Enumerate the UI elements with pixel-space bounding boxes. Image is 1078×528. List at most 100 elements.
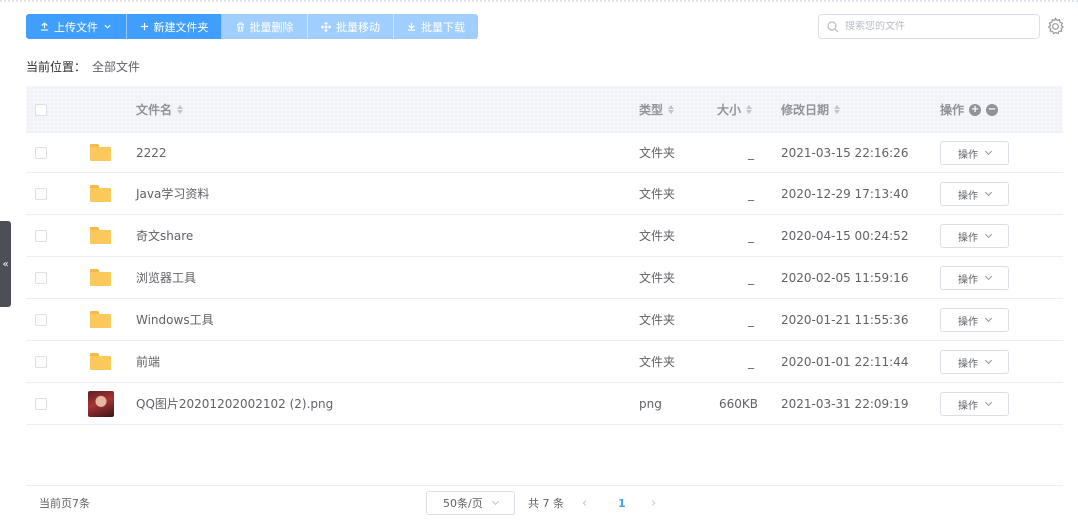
new-folder-button[interactable]: 新建文件夹 bbox=[127, 14, 222, 39]
header-size[interactable]: 大小 bbox=[717, 86, 753, 133]
table-row[interactable]: Windows工具 文件夹 _ 2020-01-21 11:55:36 操作 bbox=[26, 299, 1063, 341]
file-size: _ bbox=[748, 270, 754, 285]
batch-delete-button[interactable]: 批量删除 bbox=[222, 14, 308, 39]
row-action-button[interactable]: 操作 bbox=[940, 266, 1009, 290]
add-column-icon[interactable]: + bbox=[969, 103, 982, 116]
remove-column-icon[interactable]: − bbox=[986, 103, 999, 116]
file-name[interactable]: 前端 bbox=[136, 341, 160, 382]
new-folder-label: 新建文件夹 bbox=[153, 20, 209, 34]
table-row[interactable]: 浏览器工具 文件夹 _ 2020-02-05 11:59:16 操作 bbox=[26, 257, 1063, 299]
file-size: _ bbox=[748, 228, 754, 243]
file-date: 2020-02-05 11:59:16 bbox=[781, 270, 909, 285]
total-count: 共 7 条 bbox=[528, 497, 564, 510]
batch-move-label: 批量移动 bbox=[336, 20, 380, 34]
table-row[interactable]: 奇文share 文件夹 _ 2020-04-15 00:24:52 操作 bbox=[26, 215, 1063, 257]
file-type: 文件夹 bbox=[639, 229, 676, 243]
select-all-checkbox[interactable] bbox=[35, 104, 47, 116]
double-chevron-left-icon: « bbox=[2, 258, 9, 270]
page-size-value: 50条/页 bbox=[443, 497, 483, 510]
upload-icon bbox=[40, 22, 49, 31]
row-action-button[interactable]: 操作 bbox=[940, 182, 1009, 206]
file-name[interactable]: 2222 bbox=[136, 133, 167, 172]
chevron-down-icon bbox=[104, 24, 111, 29]
page-size-select[interactable]: 50条/页 bbox=[426, 491, 515, 515]
file-type: 文件夹 bbox=[639, 313, 676, 327]
header-action: 操作 + − bbox=[940, 86, 999, 133]
row-checkbox[interactable] bbox=[35, 147, 47, 159]
row-checkbox[interactable] bbox=[35, 272, 47, 284]
row-action-button[interactable]: 操作 bbox=[940, 141, 1009, 165]
row-action-label: 操作 bbox=[958, 232, 978, 244]
file-type: png bbox=[639, 396, 662, 411]
row-checkbox[interactable] bbox=[35, 398, 47, 410]
header-name-label: 文件名 bbox=[136, 103, 173, 117]
file-date: 2021-03-15 22:16:26 bbox=[781, 145, 909, 160]
file-name[interactable]: 奇文share bbox=[136, 215, 193, 256]
sort-icon[interactable] bbox=[177, 105, 184, 114]
next-page-button[interactable]: › bbox=[651, 486, 656, 520]
row-checkbox[interactable] bbox=[35, 356, 47, 368]
file-type: 文件夹 bbox=[639, 271, 676, 285]
settings-gear-icon[interactable] bbox=[1046, 17, 1065, 40]
header-date-label: 修改日期 bbox=[781, 103, 830, 117]
search-input[interactable] bbox=[845, 21, 1025, 32]
file-name[interactable]: Java学习资料 bbox=[136, 173, 209, 214]
chevron-down-icon bbox=[984, 272, 993, 281]
chevron-down-icon bbox=[984, 230, 993, 239]
upload-label: 上传文件 bbox=[54, 20, 98, 34]
folder-icon bbox=[90, 144, 111, 161]
file-size: _ bbox=[748, 145, 754, 160]
row-action-label: 操作 bbox=[958, 400, 978, 412]
chevron-down-icon bbox=[984, 356, 993, 365]
row-action-button[interactable]: 操作 bbox=[940, 350, 1009, 374]
sort-icon[interactable] bbox=[668, 105, 675, 114]
header-date[interactable]: 修改日期 bbox=[781, 86, 841, 133]
breadcrumb: 当前位置： 全部文件 bbox=[26, 58, 140, 75]
file-size: _ bbox=[748, 186, 754, 201]
plus-icon bbox=[140, 22, 148, 31]
download-icon bbox=[407, 22, 416, 31]
breadcrumb-current[interactable]: 全部文件 bbox=[92, 58, 140, 75]
sort-icon[interactable] bbox=[746, 105, 753, 114]
file-name[interactable]: 浏览器工具 bbox=[136, 257, 196, 298]
file-type: 文件夹 bbox=[639, 146, 676, 160]
sort-icon[interactable] bbox=[834, 105, 841, 114]
row-checkbox[interactable] bbox=[35, 230, 47, 242]
row-checkbox[interactable] bbox=[35, 188, 47, 200]
file-size: _ bbox=[748, 354, 754, 369]
table-row[interactable]: Java学习资料 文件夹 _ 2020-12-29 17:13:40 操作 bbox=[26, 173, 1063, 215]
folder-icon bbox=[90, 185, 111, 202]
row-action-button[interactable]: 操作 bbox=[940, 224, 1009, 248]
row-action-button[interactable]: 操作 bbox=[940, 392, 1009, 416]
file-size: _ bbox=[748, 312, 754, 327]
page-number[interactable]: 1 bbox=[618, 486, 626, 520]
sidebar-collapse-handle[interactable]: « bbox=[0, 221, 11, 307]
batch-move-button[interactable]: 批量移动 bbox=[308, 14, 394, 39]
row-action-label: 操作 bbox=[958, 316, 978, 328]
row-checkbox[interactable] bbox=[35, 314, 47, 326]
file-type: 文件夹 bbox=[639, 355, 676, 369]
header-name[interactable]: 文件名 bbox=[136, 86, 184, 133]
file-date: 2020-01-21 11:55:36 bbox=[781, 312, 909, 327]
trash-icon bbox=[236, 22, 244, 31]
file-date: 2020-01-01 22:11:44 bbox=[781, 354, 909, 369]
row-action-label: 操作 bbox=[958, 274, 978, 286]
row-action-button[interactable]: 操作 bbox=[940, 308, 1009, 332]
batch-download-button[interactable]: 批量下载 bbox=[394, 14, 478, 39]
table-row[interactable]: 前端 文件夹 _ 2020-01-01 22:11:44 操作 bbox=[26, 341, 1063, 383]
file-name[interactable]: QQ图片20201202002102 (2).png bbox=[136, 383, 333, 424]
file-type: 文件夹 bbox=[639, 187, 676, 201]
table-row[interactable]: QQ图片20201202002102 (2).png png 660KB 202… bbox=[26, 383, 1063, 425]
chevron-down-icon bbox=[984, 314, 993, 323]
folder-icon bbox=[90, 311, 111, 328]
table-row[interactable]: 2222 文件夹 _ 2021-03-15 22:16:26 操作 bbox=[26, 133, 1063, 173]
table-body: 2222 文件夹 _ 2021-03-15 22:16:26 操作 Java学习… bbox=[26, 133, 1063, 425]
prev-page-button[interactable]: ‹ bbox=[582, 486, 587, 520]
chevron-down-icon bbox=[984, 188, 993, 197]
image-thumbnail[interactable] bbox=[88, 391, 114, 417]
table-header: 文件名 类型 大小 修改日期 操作 + − bbox=[26, 86, 1063, 133]
file-name[interactable]: Windows工具 bbox=[136, 299, 214, 340]
file-date: 2021-03-31 22:09:19 bbox=[781, 396, 909, 411]
header-type[interactable]: 类型 bbox=[639, 86, 675, 133]
upload-button[interactable]: 上传文件 bbox=[26, 14, 127, 39]
